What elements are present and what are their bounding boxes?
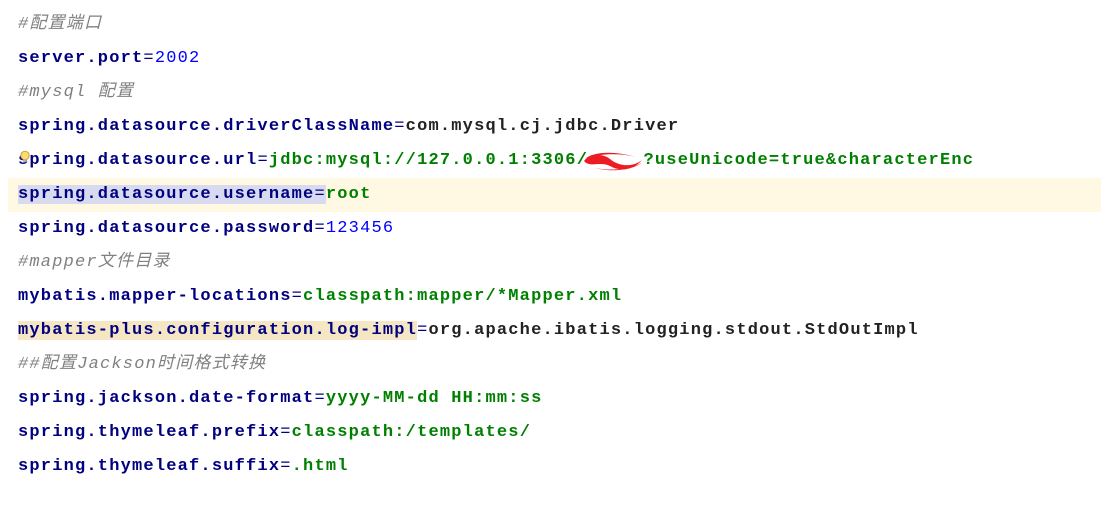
code-editor[interactable]: #配置端口 server.port=2002 #mysql 配置 spring.… — [8, 8, 1101, 484]
property-key: server.port — [18, 49, 143, 68]
equals-sign: = — [417, 321, 428, 340]
comment-text: ##配置Jackson时间格式转换 — [18, 355, 266, 374]
code-line[interactable]: spring.datasource.password=123456 — [8, 212, 1101, 246]
code-line[interactable]: #配置端口 — [8, 8, 1101, 42]
code-line[interactable]: mybatis-plus.configuration.log-impl=org.… — [8, 314, 1101, 348]
property-key: spring.datasource.username — [18, 185, 314, 204]
property-value: root — [326, 185, 372, 204]
equals-sign: = — [292, 287, 303, 306]
redaction-mark — [580, 146, 648, 174]
equals-sign: = — [257, 151, 268, 170]
equals-sign: = — [143, 49, 154, 68]
property-key: spring.datasource.driverClassName — [18, 117, 394, 136]
property-key: spring.thymeleaf.prefix — [18, 423, 280, 442]
property-key: mybatis-plus.configuration.log-impl — [18, 321, 417, 340]
comment-text: #mapper文件目录 — [18, 253, 171, 272]
code-line[interactable]: server.port=2002 — [8, 42, 1101, 76]
property-key: spring.datasource.password — [18, 219, 314, 238]
code-line[interactable]: #mapper文件目录 — [8, 246, 1101, 280]
property-value: .html — [292, 457, 349, 476]
property-value: com.mysql.cj.jdbc.Driver — [406, 117, 680, 136]
property-value: org.apache.ibatis.logging.stdout.StdOutI… — [428, 321, 918, 340]
property-value: 123456 — [326, 219, 394, 238]
code-line[interactable]: ##配置Jackson时间格式转换 — [8, 348, 1101, 382]
property-key: spring.datasource.url — [18, 151, 257, 170]
property-value: 2002 — [155, 49, 201, 68]
property-value: yyyy-MM-dd HH:mm:ss — [326, 389, 543, 408]
equals-sign: = — [394, 117, 405, 136]
property-value-post: ?useUnicode=true&characterEnc — [644, 151, 975, 170]
equals-sign: = — [314, 389, 325, 408]
equals-sign: = — [280, 457, 291, 476]
comment-text: #mysql 配置 — [18, 83, 134, 102]
property-key: spring.thymeleaf.suffix — [18, 457, 280, 476]
property-value: classpath:/templates/ — [292, 423, 531, 442]
equals-sign: = — [314, 219, 325, 238]
property-key: spring.jackson.date-format — [18, 389, 314, 408]
comment-text: #配置端口 — [18, 15, 102, 34]
code-line[interactable]: spring.jackson.date-format=yyyy-MM-dd HH… — [8, 382, 1101, 416]
code-line[interactable]: spring.datasource.url=jdbc:mysql://127.0… — [8, 144, 1101, 178]
code-line[interactable]: spring.thymeleaf.suffix=.html — [8, 450, 1101, 484]
code-line[interactable]: spring.thymeleaf.prefix=classpath:/templ… — [8, 416, 1101, 450]
property-value: classpath:mapper/*Mapper.xml — [303, 287, 622, 306]
lightbulb-icon[interactable] — [18, 144, 32, 178]
equals-sign: = — [314, 185, 325, 204]
property-key: mybatis.mapper-locations — [18, 287, 292, 306]
code-line[interactable]: spring.datasource.driverClassName=com.my… — [8, 110, 1101, 144]
code-line-active[interactable]: spring.datasource.username=root — [8, 178, 1101, 212]
property-value-pre: jdbc:mysql://127.0.0.1:3306/ — [269, 151, 588, 170]
code-line[interactable]: mybatis.mapper-locations=classpath:mappe… — [8, 280, 1101, 314]
equals-sign: = — [280, 423, 291, 442]
code-line[interactable]: #mysql 配置 — [8, 76, 1101, 110]
